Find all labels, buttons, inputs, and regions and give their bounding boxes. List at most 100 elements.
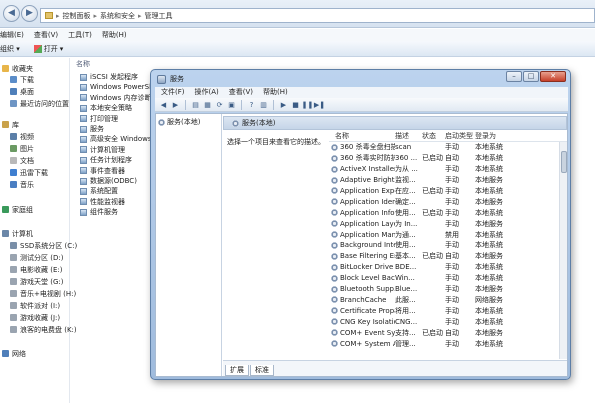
service-row[interactable]: BitLocker Drive ...BDE... 手动 本地系统 [329,262,559,273]
nav-item[interactable]: 文档 [10,155,34,166]
tab-standard[interactable]: 标准 [250,365,274,376]
tab-extended[interactable]: 扩展 [225,365,249,376]
column-status[interactable]: 状态 [422,131,445,141]
nav-item[interactable]: 游戏天堂 (G:) [10,276,63,287]
back-icon[interactable]: ◀ [159,100,168,109]
service-row[interactable]: Application Laye...为 In... 手动 本地服务 [329,218,559,229]
open-button[interactable]: 打开 ▾ [33,44,63,54]
start-service-icon[interactable]: ▶ [279,100,288,109]
help-icon[interactable]: ? [247,100,256,109]
maximize-button[interactable]: □ [523,71,539,82]
scrollbar-thumb[interactable] [561,151,567,173]
service-row[interactable]: Application Expe...在应... 已启动手动 本地系统 [329,186,559,197]
breadcrumb-item[interactable]: 控制面板 [63,11,91,21]
nav-item[interactable]: 库 [2,119,19,130]
service-row[interactable]: 360 杀毒实时防护...360 ... 已启动自动 本地系统 [329,153,559,164]
file-item[interactable]: 服务 [80,124,104,134]
menu-help[interactable]: 帮助(H) [263,87,288,98]
nav-item[interactable]: 迅雷下载 [10,167,48,178]
service-log-on-as: 本地系统 [475,274,503,283]
service-row[interactable]: Bluetooth Supp... Blue... 手动 本地服务 [329,284,559,295]
service-row[interactable]: BranchCache 此服... 手动 网络服务 [329,295,559,306]
export-list-icon[interactable]: ▣ [227,100,236,109]
column-name-header[interactable]: 名称 [76,59,90,69]
nav-item[interactable]: SSD系统分区 (C:) [10,240,77,251]
breadcrumb-item[interactable]: 系统和安全 [100,11,135,21]
nav-item-label: 电影收藏 (E:) [20,265,63,274]
service-row[interactable]: Block Level Back...Win... 手动 本地系统 [329,273,559,284]
file-item[interactable]: iSCSI 发起程序 [80,72,138,82]
back-arrow-icon[interactable]: ◀ [3,5,20,22]
nav-item[interactable]: 音乐+电视剧 (H:) [10,288,76,299]
service-row[interactable]: Adaptive Brightn...监视... 手动 本地服务 [329,175,559,186]
nav-item[interactable]: 图片 [10,143,34,154]
menu-tools[interactable]: 工具(T) [68,29,92,41]
nav-item[interactable]: 音乐 [10,179,34,190]
service-row[interactable]: ActiveX Installer ...为从 ... 手动 本地系统 [329,164,559,175]
file-item[interactable]: 打印管理 [80,114,118,124]
tree-node-services-local[interactable]: 服务(本地) [158,117,200,127]
console-tree-icon[interactable]: ▤ [191,100,200,109]
file-item[interactable]: 数据源(ODBC) [80,176,137,186]
file-item[interactable]: 高级安全 Windows 防 [80,134,161,144]
file-item[interactable]: 性能监视器 [80,197,125,207]
nav-item[interactable]: 网络 [2,348,26,359]
organize-button[interactable]: 组织 ▾ [0,44,20,54]
service-row[interactable]: Application Man...为通... 禁用 本地系统 [329,229,559,240]
column-startup-type[interactable]: 启动类型 [445,131,475,141]
refresh-icon[interactable]: ⟳ [215,100,224,109]
nav-item[interactable]: 浪客的电费盘 (K:) [10,324,77,335]
service-row[interactable]: 360 杀毒全盘扫描...scan 手动 本地系统 [329,142,559,153]
column-name[interactable]: 名称 [329,131,395,141]
file-item[interactable]: 组件服务 [80,207,118,217]
nav-item[interactable]: 最近访问的位置 [10,98,69,109]
breadcrumb-item[interactable]: 管理工具 [145,11,173,21]
stop-service-icon[interactable]: ■ [291,100,300,109]
vertical-scrollbar[interactable] [559,142,567,359]
nav-item[interactable]: 视频 [10,131,34,142]
service-row[interactable]: CNG Key IsolationCNG... 手动 本地系统 [329,316,559,327]
minimize-button[interactable]: – [506,71,522,82]
show-hide-action-pane-icon[interactable]: ▥ [259,100,268,109]
service-row[interactable]: Certificate Propa...将用... 手动 本地系统 [329,306,559,317]
service-log-on-as: 本地系统 [475,143,503,152]
nav-item[interactable]: 计算机 [2,228,33,239]
service-row[interactable]: Application Iden...确定... 手动 本地服务 [329,197,559,208]
nav-item[interactable]: 游戏收藏 (J:) [10,312,60,323]
service-row[interactable]: COM+ Event Sys...支持... 已启动自动 本地服务 [329,327,559,338]
nav-item[interactable]: 软件派对 (I:) [10,300,60,311]
file-item[interactable]: Windows 内存诊断 [80,93,151,103]
nav-item[interactable]: 电影收藏 (E:) [10,264,62,275]
nav-item[interactable]: 家庭组 [2,204,33,215]
service-row[interactable]: Application Infor...使用... 已启动手动 本地系统 [329,207,559,218]
file-item[interactable]: 本地安全策略 [80,103,132,113]
address-input[interactable]: ▸ 控制面板 ▸ 系统和安全 ▸ 管理工具 [40,8,595,23]
title-bar[interactable]: 服务 [157,72,184,86]
nav-item[interactable]: 桌面 [10,86,34,97]
forward-arrow-icon[interactable]: ▶ [21,5,38,22]
menu-view[interactable]: 查看(V) [229,87,253,98]
nav-item[interactable]: 收藏夹 [2,63,33,74]
restart-service-icon[interactable]: ▶❚ [314,100,325,109]
nav-item[interactable]: 下载 [10,74,34,85]
forward-icon[interactable]: ▶ [171,100,180,109]
service-row[interactable]: COM+ System A...管理... 手动 本地系统 [329,338,559,349]
menu-action[interactable]: 操作(A) [195,87,219,98]
service-row[interactable]: Background Inte...使用... 手动 本地系统 [329,240,559,251]
column-description[interactable]: 描述 [395,131,422,141]
menu-file[interactable]: 文件(F) [161,87,185,98]
nav-item-label: 桌面 [20,87,34,96]
column-log-on-as[interactable]: 登录为 [475,131,551,141]
service-row[interactable]: Base Filtering En...基本... 已启动自动 本地服务 [329,251,559,262]
menu-view[interactable]: 查看(V) [34,29,58,41]
properties-icon[interactable]: ▦ [203,100,212,109]
menu-edit[interactable]: 编辑(E) [0,29,24,41]
file-item[interactable]: 计算机管理 [80,145,125,155]
pause-service-icon[interactable]: ❚❚ [302,100,314,109]
file-item[interactable]: 任务计划程序 [80,155,132,165]
close-button[interactable]: ✕ [540,71,566,82]
nav-item[interactable]: 测试分区 (D:) [10,252,63,263]
file-item[interactable]: 系统配置 [80,186,118,196]
menu-help[interactable]: 帮助(H) [102,29,127,41]
file-item[interactable]: 事件查看器 [80,166,125,176]
